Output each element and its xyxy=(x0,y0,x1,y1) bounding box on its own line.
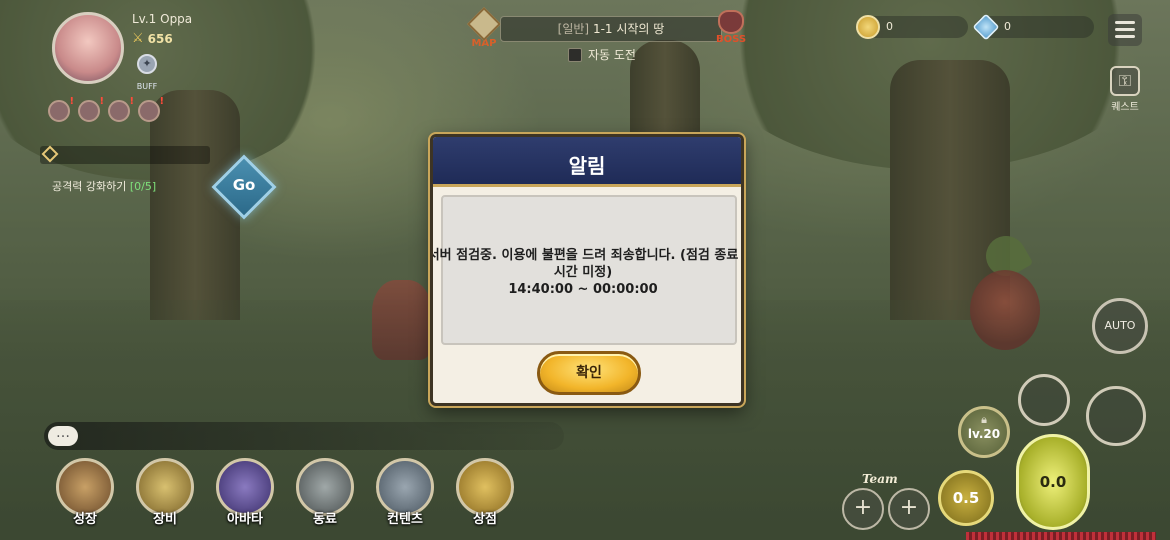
main-skill-button[interactable]: 0.0 xyxy=(1016,434,1090,530)
menu-label: 상점 xyxy=(473,512,497,527)
menu-label: 동료 xyxy=(313,512,337,527)
auto-challenge-toggle[interactable]: 자동 도전 xyxy=(568,46,636,63)
speed-button[interactable]: 0.5 xyxy=(938,470,994,526)
buff-icon: ✦ xyxy=(137,54,157,74)
auto-challenge-label: 자동 도전 xyxy=(588,48,636,62)
player-level: Lv.1 Oppa xyxy=(132,12,193,26)
team-slot-add-button[interactable]: + xyxy=(842,488,884,530)
alert-icon: ! xyxy=(159,96,164,107)
combat-power-value: 656 xyxy=(147,31,173,46)
boss-icon xyxy=(718,10,744,34)
buff-label: BUFF xyxy=(136,82,158,91)
gold-coin-icon xyxy=(856,15,880,39)
skill-slot[interactable] xyxy=(1086,386,1146,446)
skill-level-button[interactable]: 🔒︎ lv.20 xyxy=(958,406,1010,458)
main-menu-button[interactable] xyxy=(1108,14,1142,46)
maintenance-time: 14:40:00 ~ 00:00:00 xyxy=(508,282,658,297)
boss-button[interactable]: BOSS xyxy=(710,10,752,48)
gold-amount: 0 xyxy=(886,20,893,33)
alert-icon: ! xyxy=(69,96,74,107)
menu-avatar[interactable]: 아바타 xyxy=(208,458,282,538)
menu-companion[interactable]: 동료 xyxy=(288,458,362,538)
power-icon: ⚔ xyxy=(132,31,144,46)
menu-label: 장비 xyxy=(153,512,177,527)
quest-name: 공격력 강화하기 xyxy=(52,180,127,193)
bottom-menu: 성장 장비 아바타 동료 컨텐츠 상점 xyxy=(44,458,524,538)
notice-dialog: 알림 서버 점검중. 이용에 불편을 드려 죄송합니다. (점검 종료 시간 미… xyxy=(428,132,746,408)
chat-icon[interactable]: … xyxy=(48,426,78,446)
confirm-button[interactable]: 확인 xyxy=(537,351,641,395)
auto-battle-button[interactable]: AUTO xyxy=(1092,298,1148,354)
team-label: Team xyxy=(862,472,898,486)
quest-button[interactable]: ⚿ 퀘스트 xyxy=(1100,66,1150,113)
status-effect-icon[interactable]: ! xyxy=(48,96,74,122)
menu-contents[interactable]: 컨텐츠 xyxy=(368,458,442,538)
boss-label: BOSS xyxy=(715,34,747,45)
menu-equipment[interactable]: 장비 xyxy=(128,458,202,538)
lock-icon: 🔒︎ xyxy=(981,413,987,426)
dialog-message-line: 서버 점검중. 이용에 불편을 드려 죄송합니다. (점검 종료 xyxy=(430,248,739,263)
menu-shop[interactable]: 상점 xyxy=(448,458,522,538)
skill-slot[interactable] xyxy=(1018,374,1070,426)
alert-icon: ! xyxy=(129,96,134,107)
status-effect-icon[interactable]: ! xyxy=(78,96,104,122)
hamburger-line xyxy=(1115,35,1135,38)
map-icon xyxy=(467,7,501,41)
hamburger-line xyxy=(1115,28,1135,31)
auto-challenge-checkbox[interactable] xyxy=(568,47,582,62)
dialog-title: 알림 xyxy=(568,154,606,178)
status-effect-icon[interactable]: ! xyxy=(138,96,164,122)
skill-level-label: lv.20 xyxy=(967,427,1001,441)
hamburger-line xyxy=(1115,21,1135,24)
menu-label: 컨텐츠 xyxy=(387,512,423,527)
quest-progress: [0/5] xyxy=(129,180,157,193)
menu-label: 아바타 xyxy=(227,512,263,527)
chat-bar[interactable] xyxy=(44,422,564,450)
alert-icon: ! xyxy=(99,96,104,107)
stage-name: 1-1 시작의 땅 xyxy=(592,22,665,36)
status-effect-icon[interactable]: ! xyxy=(108,96,134,122)
gem-amount: 0 xyxy=(1004,20,1011,33)
combat-power: ⚔ 656 xyxy=(132,31,173,46)
stage-mode: [일반] xyxy=(557,22,590,36)
buff-button[interactable]: ✦ BUFF xyxy=(134,54,160,91)
stage-name-bar: [일반] 1-1 시작의 땅 xyxy=(500,16,722,42)
hp-strip xyxy=(966,532,1156,540)
go-button-label[interactable]: Go xyxy=(221,176,267,194)
quest-diamond-icon xyxy=(41,145,59,163)
map-button[interactable]: MAP xyxy=(466,7,502,49)
player-portrait[interactable] xyxy=(52,12,124,84)
quest-tracker-bar[interactable] xyxy=(40,145,210,164)
quest-label: 퀘스트 xyxy=(1111,102,1139,113)
quest-scroll-icon: ⚿ xyxy=(1110,66,1140,96)
gold-currency: 0 xyxy=(856,15,968,39)
menu-label: 성장 xyxy=(73,512,97,527)
status-effects: ! ! ! ! xyxy=(48,96,164,122)
gem-currency: 0 xyxy=(972,13,1094,41)
menu-growth[interactable]: 성장 xyxy=(48,458,122,538)
dialog-header: 알림 xyxy=(433,137,741,187)
team-slot-add-button[interactable]: + xyxy=(888,488,930,530)
dialog-message-line: 시간 미정) xyxy=(553,265,613,280)
dialog-message: 서버 점검중. 이용에 불편을 드려 죄송합니다. (점검 종료 시간 미정) … xyxy=(430,247,741,298)
quest-tracker-text[interactable]: 공격력 강화하기 [0/5] xyxy=(52,178,156,194)
